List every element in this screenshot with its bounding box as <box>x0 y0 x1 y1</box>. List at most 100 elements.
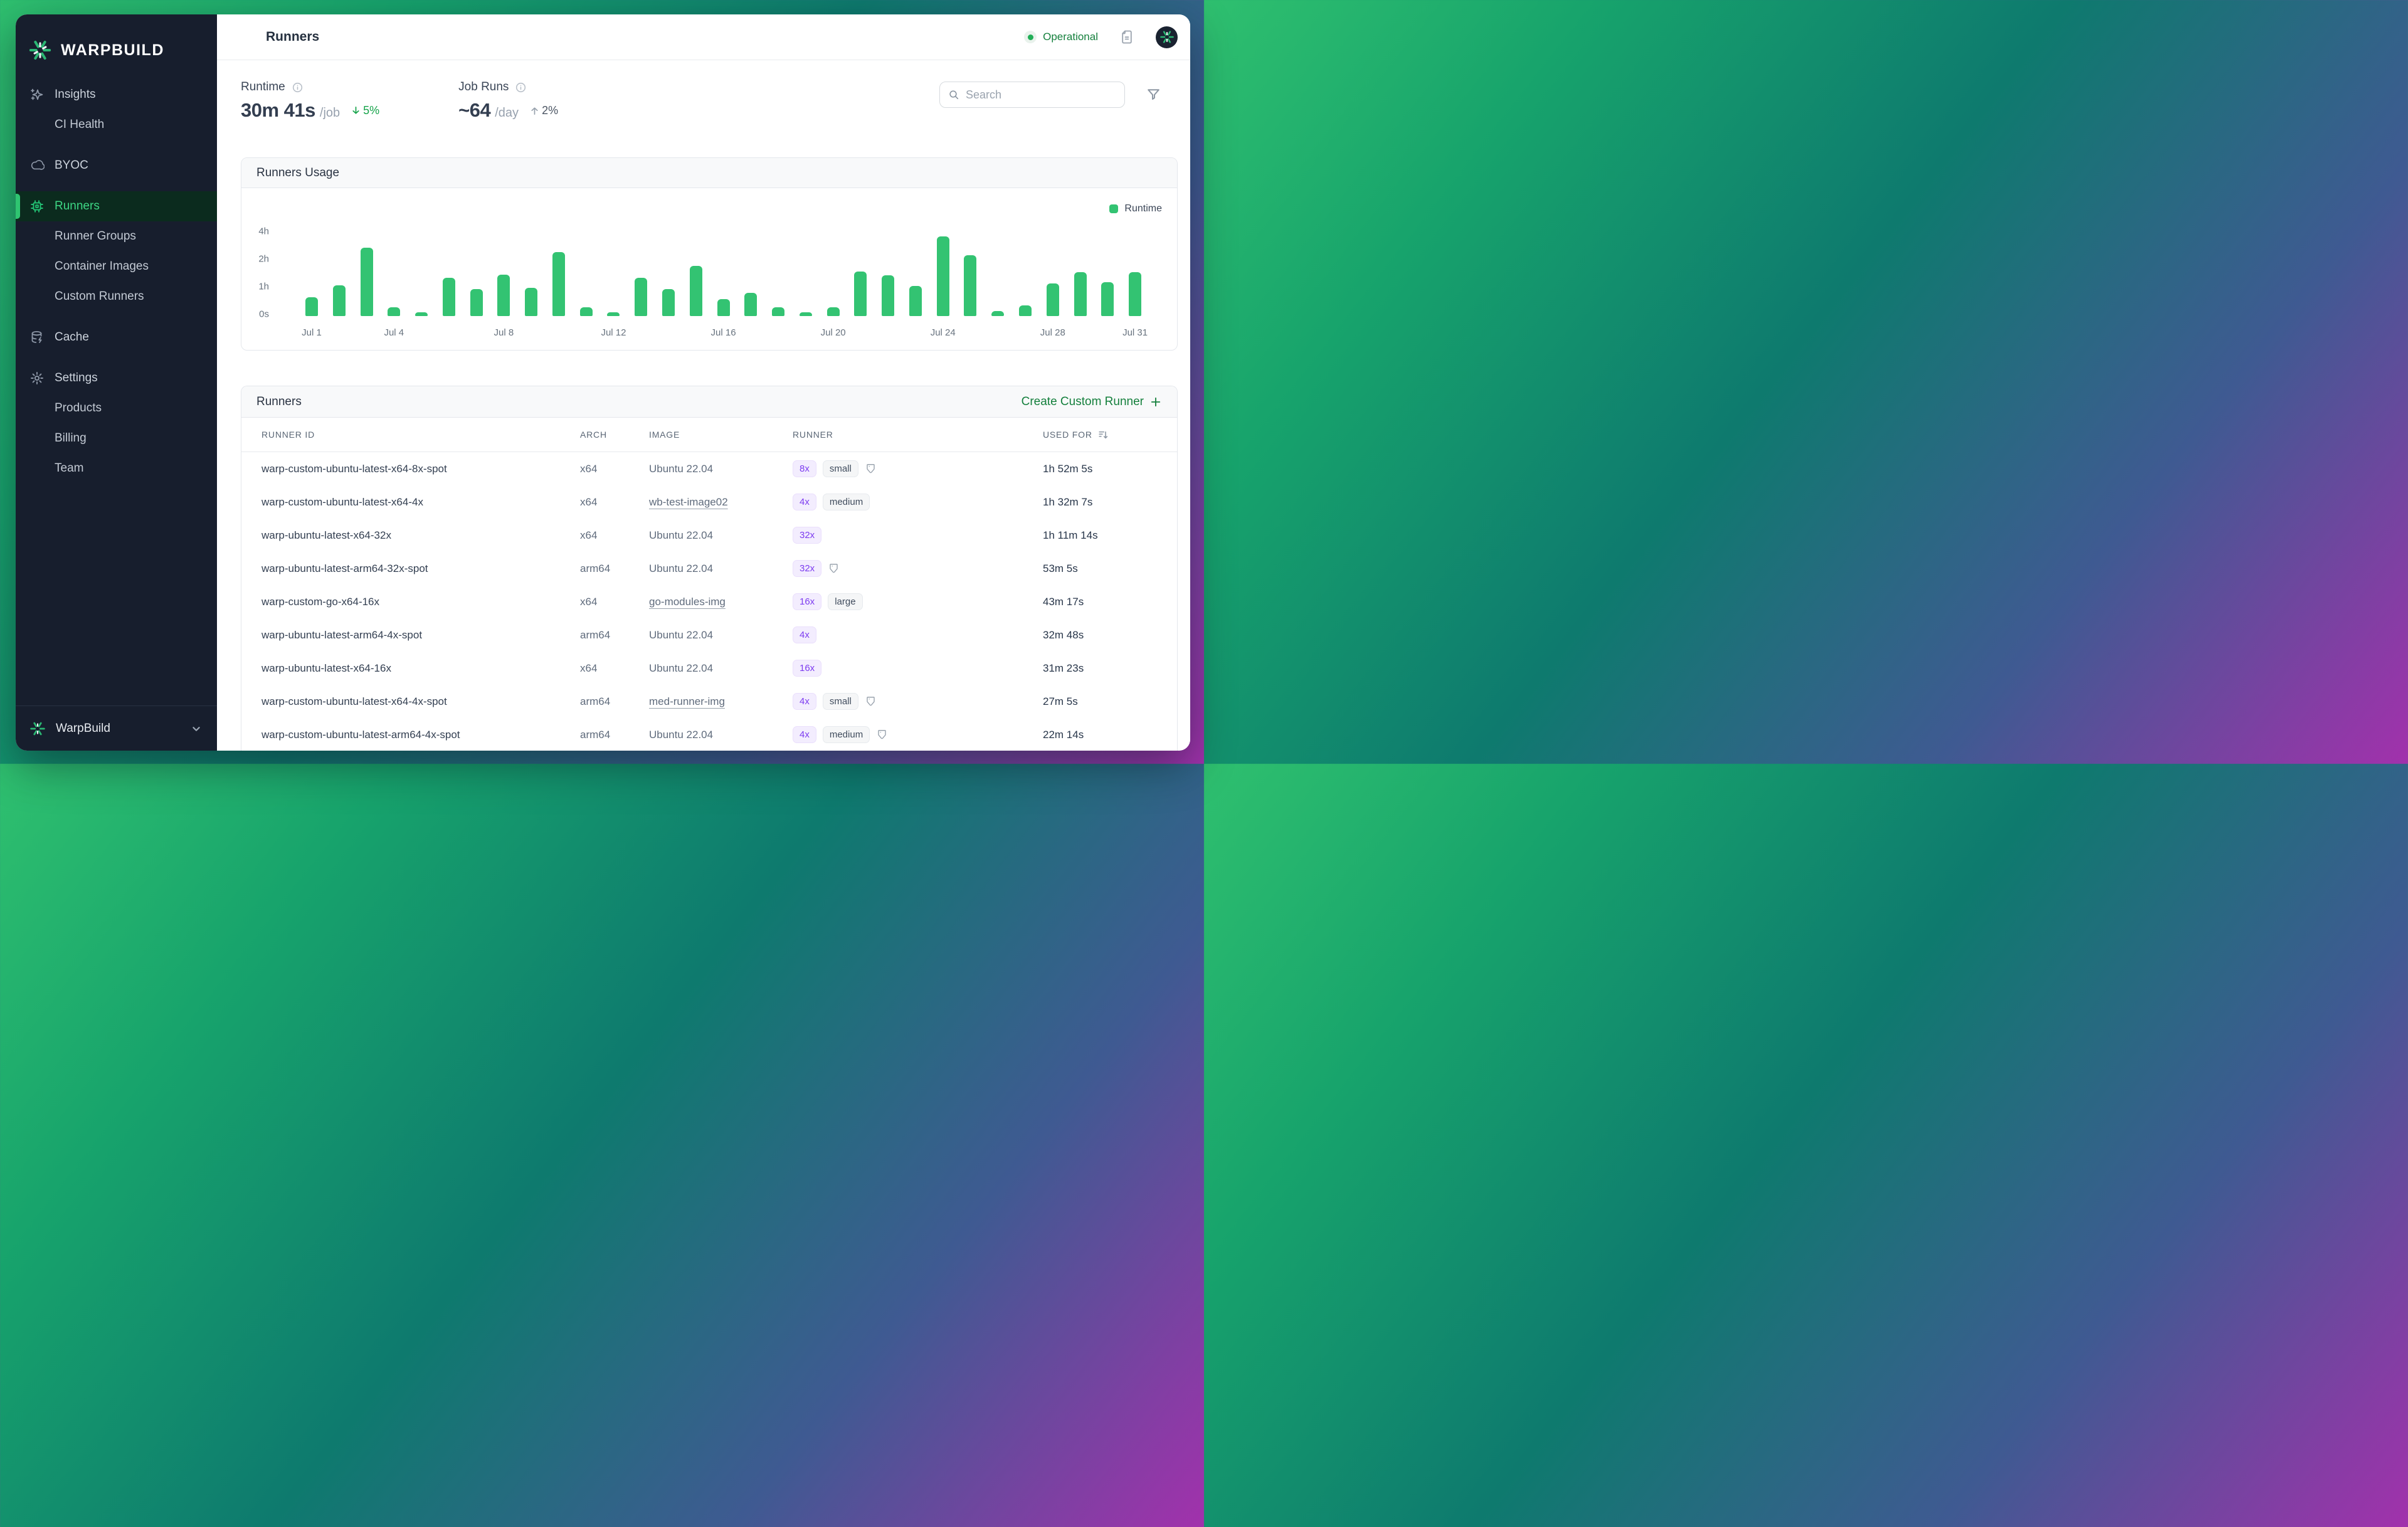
tag-icon[interactable] <box>865 695 877 707</box>
sidebar-item-cache[interactable]: Cache <box>16 322 217 352</box>
table-row[interactable]: warp-ubuntu-latest-arm64-4x-spot arm64 Ubu… <box>241 618 1177 652</box>
logo[interactable]: WARPBUILD <box>16 14 217 65</box>
info-icon[interactable] <box>292 82 304 93</box>
runtime-bar-jul-10[interactable] <box>552 252 565 316</box>
runner-badges: 4x medium <box>793 726 1043 743</box>
avatar[interactable] <box>1156 26 1178 48</box>
runtime-bar-jul-12[interactable] <box>607 312 620 316</box>
create-custom-runner-button[interactable]: Create Custom Runner <box>1022 395 1162 409</box>
runtime-bar-jul-23[interactable] <box>909 286 922 316</box>
table-row[interactable]: warp-ubuntu-latest-x64-32x x64 Ubuntu 22.0… <box>241 519 1177 552</box>
runtime-bar-jul-11[interactable] <box>579 307 593 316</box>
runner-id: warp-custom-go-x64-16x <box>261 595 380 608</box>
column-header-runner[interactable]: RUNNER <box>793 430 1043 440</box>
runner-arch: arm64 <box>580 562 611 574</box>
job-runs-value: ~64 <box>458 99 491 121</box>
sidebar-item-settings[interactable]: Settings <box>16 363 217 393</box>
runtime-bar-jul-3[interactable] <box>360 248 373 316</box>
column-header-runner-id[interactable]: RUNNER ID <box>261 430 580 440</box>
runtime-bar-jul-20[interactable] <box>826 307 840 316</box>
runner-image: Ubuntu 22.04 <box>649 563 793 575</box>
multiplier-badge: 16x <box>793 593 822 610</box>
runner-id: warp-custom-ubuntu-latest-x64-8x-spot <box>261 462 447 475</box>
sidebar-item-runners[interactable]: Runners <box>16 191 217 221</box>
y-axis-tick: 1h <box>258 281 269 292</box>
runtime-bar-jul-31[interactable] <box>1129 272 1142 316</box>
runtime-bar-jul-6[interactable] <box>442 278 455 316</box>
runtime-bar-jul-7[interactable] <box>470 289 483 316</box>
table-row[interactable]: warp-custom-ubuntu-latest-x64-4x x64 wb-te… <box>241 485 1177 519</box>
table-row[interactable]: warp-custom-ubuntu-latest-x64-4x-spot arm… <box>241 685 1177 718</box>
runner-badges: 32x <box>793 527 1043 544</box>
runtime-bar-jul-22[interactable] <box>882 275 895 316</box>
runtime-bar-jul-4[interactable] <box>388 307 401 316</box>
runtime-bar-jul-17[interactable] <box>744 293 758 316</box>
runner-id: warp-ubuntu-latest-arm64-4x-spot <box>261 628 423 641</box>
docs-icon[interactable] <box>1119 29 1134 45</box>
runtime-bar-jul-28[interactable] <box>1046 283 1059 316</box>
chart-card-header: Runners Usage <box>241 158 1177 188</box>
runner-badges: 4x medium <box>793 494 1043 510</box>
runtime-bar-jul-24[interactable] <box>936 236 949 316</box>
org-switcher[interactable]: WarpBuild <box>16 705 217 751</box>
runtime-bar-jul-9[interactable] <box>525 288 538 316</box>
runtime-bar-jul-27[interactable] <box>1019 305 1032 316</box>
image-link[interactable]: go-modules-img <box>649 596 726 608</box>
column-header-used-for[interactable]: USED FOR <box>1043 429 1157 441</box>
runtime-bar-jul-13[interactable] <box>635 278 648 316</box>
column-header-arch[interactable]: ARCH <box>580 430 649 440</box>
runners-usage-card: Runners Usage Runtime 0s 1h 2h 4h Jul 1 Jul 4… <box>241 157 1178 351</box>
sidebar-item-ci-health[interactable]: CI Health <box>16 110 217 140</box>
table-row[interactable]: warp-custom-ubuntu-latest-arm64-4x-spot a… <box>241 718 1177 751</box>
runtime-bar-jul-19[interactable] <box>799 312 812 316</box>
runtime-bar-jul-15[interactable] <box>689 266 702 316</box>
table-row[interactable]: warp-ubuntu-latest-x64-16x x64 Ubuntu 22.0… <box>241 652 1177 685</box>
runtime-bar-jul-26[interactable] <box>991 311 1005 316</box>
x-axis-tick: Jul 31 <box>1122 327 1148 338</box>
runtime-bar-jul-21[interactable] <box>854 272 867 316</box>
search-input[interactable] <box>966 88 1117 102</box>
sidebar-item-team[interactable]: Team <box>16 453 217 483</box>
image-link[interactable]: wb-test-image02 <box>649 496 728 508</box>
sidebar-item-runner-groups[interactable]: Runner Groups <box>16 221 217 251</box>
runtime-bar-jul-14[interactable] <box>662 289 675 316</box>
runtime-bar-jul-29[interactable] <box>1074 272 1087 316</box>
sidebar-item-custom-runners[interactable]: Custom Runners <box>16 282 217 312</box>
tag-icon[interactable] <box>876 729 888 741</box>
sidebar-item-insights[interactable]: Insights <box>16 80 217 110</box>
sidebar-nav: Insights CI Health BYOC Runners Runner Group… <box>16 80 217 483</box>
sidebar-item-billing[interactable]: Billing <box>16 423 217 453</box>
runtime-bar-jul-2[interactable] <box>332 285 346 316</box>
arrow-up-icon <box>531 107 538 115</box>
tag-icon[interactable] <box>865 463 877 475</box>
runner-image: Ubuntu 22.04 <box>649 529 793 542</box>
runtime-bar-jul-8[interactable] <box>497 275 510 316</box>
runtime-bar-jul-30[interactable] <box>1101 282 1114 316</box>
sidebar-item-products[interactable]: Products <box>16 393 217 423</box>
sidebar: WARPBUILD Insights CI Health BYOC Runners Ru… <box>16 14 217 751</box>
table-row[interactable]: warp-ubuntu-latest-arm64-32x-spot arm64 Ub… <box>241 552 1177 585</box>
runtime-bar-jul-5[interactable] <box>415 312 428 316</box>
sidebar-item-byoc[interactable]: BYOC <box>16 151 217 181</box>
image-link[interactable]: med-runner-img <box>649 695 725 707</box>
warpbuild-org-icon <box>29 721 46 737</box>
filter-icon[interactable] <box>1146 87 1161 102</box>
runtime-bar-jul-25[interactable] <box>964 255 977 316</box>
table-row[interactable]: warp-custom-go-x64-16x x64 go-modules-img 1… <box>241 585 1177 618</box>
runners-usage-chart: Runtime 0s 1h 2h 4h Jul 1 Jul 4 Jul 8 Jul 12 Jul… <box>241 188 1177 351</box>
runtime-bar-jul-18[interactable] <box>772 307 785 316</box>
runner-id: warp-ubuntu-latest-x64-32x <box>261 529 391 541</box>
status-badge[interactable]: Operational <box>1024 31 1098 43</box>
runtime-bar-jul-16[interactable] <box>717 299 730 316</box>
tag-icon[interactable] <box>828 563 840 574</box>
status-text: Operational <box>1043 31 1098 43</box>
sidebar-item-container-images[interactable]: Container Images <box>16 251 217 282</box>
runner-id: warp-ubuntu-latest-x64-16x <box>261 662 391 674</box>
runtime-bar-jul-1[interactable] <box>305 297 318 316</box>
info-icon[interactable] <box>515 82 527 93</box>
column-header-image[interactable]: IMAGE <box>649 430 793 440</box>
runner-used-for: 53m 5s <box>1043 562 1078 574</box>
job-runs-delta: 2% <box>529 104 558 117</box>
runner-image: Ubuntu 22.04 <box>649 662 793 675</box>
table-row[interactable]: warp-custom-ubuntu-latest-x64-8x-spot x64… <box>241 452 1177 485</box>
